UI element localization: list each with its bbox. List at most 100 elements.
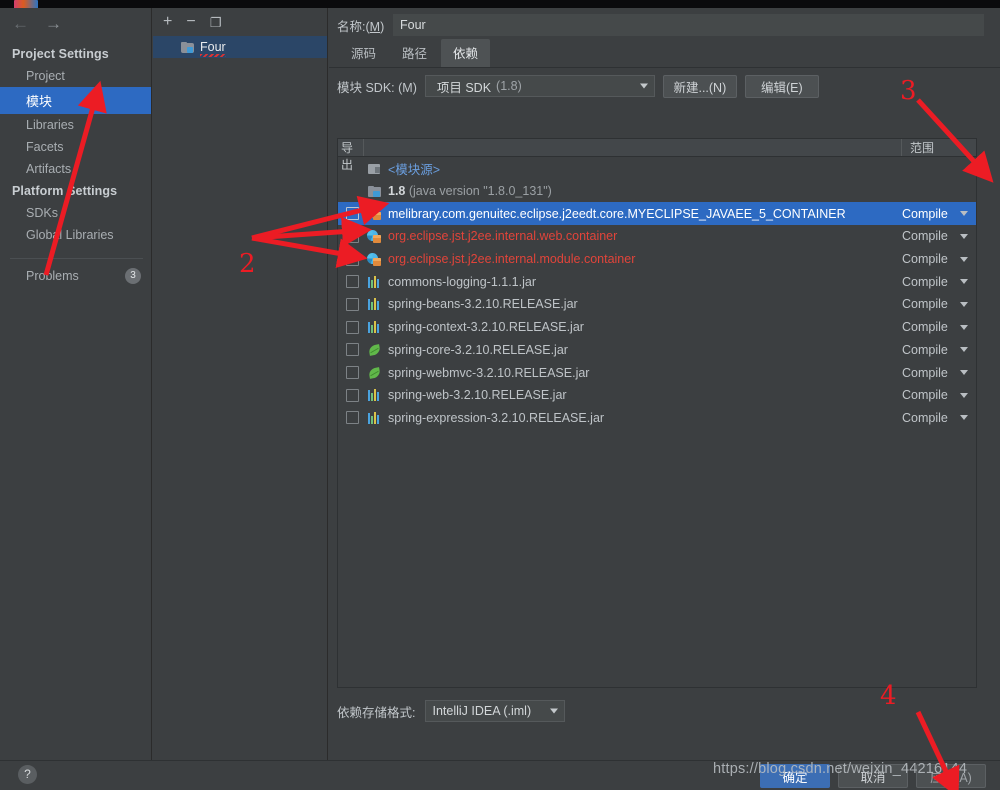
- scope-cell[interactable]: Compile: [902, 388, 976, 402]
- dependency-name-label: spring-core-3.2.10.RELEASE.jar: [388, 342, 568, 357]
- edit-sdk-button[interactable]: 编辑(E): [744, 74, 819, 98]
- module-sdk-select[interactable]: 项目 SDK (1.8): [424, 75, 655, 97]
- new-sdk-button[interactable]: 新建...(N): [662, 74, 737, 98]
- module-list-item-four[interactable]: Four: [153, 36, 327, 58]
- dependency-row[interactable]: spring-beans-3.2.10.RELEASE.jar Compile: [338, 293, 976, 316]
- dependencies-table: 导出 范围 <模块源> 1.8 (java version "1.8.0_131"…: [337, 138, 977, 688]
- dependency-row[interactable]: spring-webmvc-3.2.10.RELEASE.jar Compile: [338, 361, 976, 384]
- module-detail-panel: 名称:(M) 源码 路径 依赖 模块 SDK: (M) 项目 SDK (1.8)…: [329, 8, 1000, 760]
- export-checkbox[interactable]: [346, 320, 359, 334]
- dependency-row[interactable]: commons-logging-1.1.1.jar Compile: [338, 270, 976, 293]
- dependency-name-label: spring-beans-3.2.10.RELEASE.jar: [388, 297, 578, 312]
- annotation-number-4: 4: [880, 681, 897, 711]
- sidebar-divider: [10, 258, 143, 259]
- scope-cell[interactable]: Compile: [902, 252, 976, 266]
- sidebar-item-global-libraries[interactable]: Global Libraries: [0, 224, 151, 246]
- scope-cell[interactable]: Compile: [902, 275, 976, 289]
- module-sdk-version: (1.8): [496, 79, 522, 93]
- scope-cell[interactable]: Compile: [902, 207, 976, 221]
- dependency-name-label: <模块源>: [388, 162, 441, 177]
- remove-module-icon[interactable]: −: [186, 14, 195, 30]
- dependency-name-label: spring-expression-3.2.10.RELEASE.jar: [388, 410, 605, 425]
- scope-cell[interactable]: Compile: [902, 366, 976, 380]
- module-name-row: 名称:(M): [329, 8, 1000, 42]
- sidebar-item-problems[interactable]: Problems 3: [0, 265, 151, 287]
- export-checkbox[interactable]: [346, 366, 359, 380]
- dependency-row[interactable]: spring-context-3.2.10.RELEASE.jar Compile: [338, 316, 976, 339]
- sidebar-list: Project Settings Project 模块 Libraries Fa…: [0, 43, 151, 287]
- dependency-row[interactable]: spring-core-3.2.10.RELEASE.jar Compile: [338, 339, 976, 362]
- dependency-row[interactable]: spring-expression-3.2.10.RELEASE.jar Comp…: [338, 407, 976, 430]
- export-checkbox[interactable]: [346, 388, 359, 402]
- chevron-down-icon: [960, 256, 968, 262]
- sidebar-item-problems-label: Problems: [26, 269, 79, 283]
- sidebar-item-libraries[interactable]: Libraries: [0, 114, 151, 136]
- export-checkbox[interactable]: [346, 297, 359, 311]
- column-header-export: 导出: [338, 139, 364, 172]
- library-icon: [366, 252, 382, 266]
- modules-toolbar: + − ❐: [153, 8, 327, 36]
- add-module-icon[interactable]: +: [163, 14, 172, 30]
- export-checkbox[interactable]: [346, 343, 359, 357]
- watermark-text: https://blog.csdn.net/weixin_44216144: [713, 761, 968, 777]
- chevron-down-icon: [960, 324, 968, 330]
- scope-cell[interactable]: Compile: [902, 320, 976, 334]
- scope-cell[interactable]: Compile: [902, 343, 976, 357]
- scope-cell[interactable]: Compile: [902, 297, 976, 311]
- copy-module-icon[interactable]: ❐: [210, 16, 222, 29]
- library-icon: [366, 229, 382, 243]
- sidebar-item-artifacts[interactable]: Artifacts: [0, 158, 151, 180]
- dependency-row[interactable]: 1.8 (java version "1.8.0_131"): [338, 180, 976, 203]
- scope-cell[interactable]: Compile: [902, 229, 976, 243]
- export-checkbox[interactable]: [346, 207, 359, 221]
- jar-icon: [366, 321, 382, 334]
- export-checkbox[interactable]: [346, 229, 359, 243]
- chevron-down-icon: [960, 415, 968, 421]
- dependency-name-label: spring-webmvc-3.2.10.RELEASE.jar: [388, 365, 590, 380]
- tab-paths[interactable]: 路径: [390, 39, 439, 67]
- chevron-down-icon: [960, 211, 968, 217]
- scope-value: Compile: [902, 410, 948, 425]
- scope-value: Compile: [902, 206, 948, 221]
- scope-value: Compile: [902, 342, 948, 357]
- tab-sources[interactable]: 源码: [339, 39, 388, 67]
- module-tabs: 源码 路径 依赖: [329, 39, 1000, 68]
- module-name-label: Four: [200, 40, 226, 57]
- sidebar-item-modules[interactable]: 模块: [0, 87, 151, 114]
- sidebar-item-project[interactable]: Project: [0, 65, 151, 87]
- chevron-down-icon: [960, 233, 968, 239]
- dependency-row[interactable]: spring-web-3.2.10.RELEASE.jar Compile: [338, 384, 976, 407]
- tab-dependencies[interactable]: 依赖: [441, 39, 491, 67]
- jar-icon: [366, 411, 382, 424]
- forward-arrow-icon[interactable]: →: [45, 15, 62, 32]
- chevron-down-icon: [960, 347, 968, 353]
- export-checkbox[interactable]: [346, 252, 359, 266]
- export-checkbox[interactable]: [346, 411, 359, 425]
- chevron-down-icon: [550, 708, 559, 714]
- sidebar-item-sdks[interactable]: SDKs: [0, 202, 151, 224]
- dependency-storage-value: IntelliJ IDEA (.iml): [432, 704, 532, 718]
- scope-value: Compile: [902, 365, 948, 380]
- sidebar-group-project-settings: Project Settings: [12, 47, 109, 61]
- dependency-row[interactable]: <模块源>: [338, 157, 976, 180]
- annotation-number-3: 3: [900, 76, 917, 106]
- chevron-down-icon: [960, 301, 968, 307]
- module-name-input[interactable]: [393, 14, 984, 36]
- chevron-down-icon: [960, 392, 968, 398]
- export-checkbox[interactable]: [346, 275, 359, 289]
- dependency-name-label: melibrary.com.genuitec.eclipse.j2eedt.co…: [388, 206, 846, 221]
- column-header-name: [364, 139, 902, 156]
- dependency-name-label: org.eclipse.jst.j2ee.internal.web.contai…: [388, 229, 618, 244]
- dependency-row[interactable]: org.eclipse.jst.j2ee.internal.web.contai…: [338, 225, 976, 248]
- help-button[interactable]: ?: [18, 765, 37, 784]
- module-folder-icon: [181, 41, 194, 53]
- back-arrow-icon[interactable]: ←: [12, 15, 29, 32]
- dependency-name-label: spring-web-3.2.10.RELEASE.jar: [388, 388, 567, 403]
- dependency-storage-row: 依赖存储格式: IntelliJ IDEA (.iml): [337, 700, 566, 722]
- dependency-row[interactable]: melibrary.com.genuitec.eclipse.j2eedt.co…: [338, 202, 976, 226]
- jar-icon: [366, 275, 382, 288]
- scope-cell[interactable]: Compile: [902, 411, 976, 425]
- dependency-storage-select[interactable]: IntelliJ IDEA (.iml): [425, 700, 566, 722]
- sidebar-item-facets[interactable]: Facets: [0, 136, 151, 158]
- dependency-row[interactable]: org.eclipse.jst.j2ee.internal.module.con…: [338, 248, 976, 271]
